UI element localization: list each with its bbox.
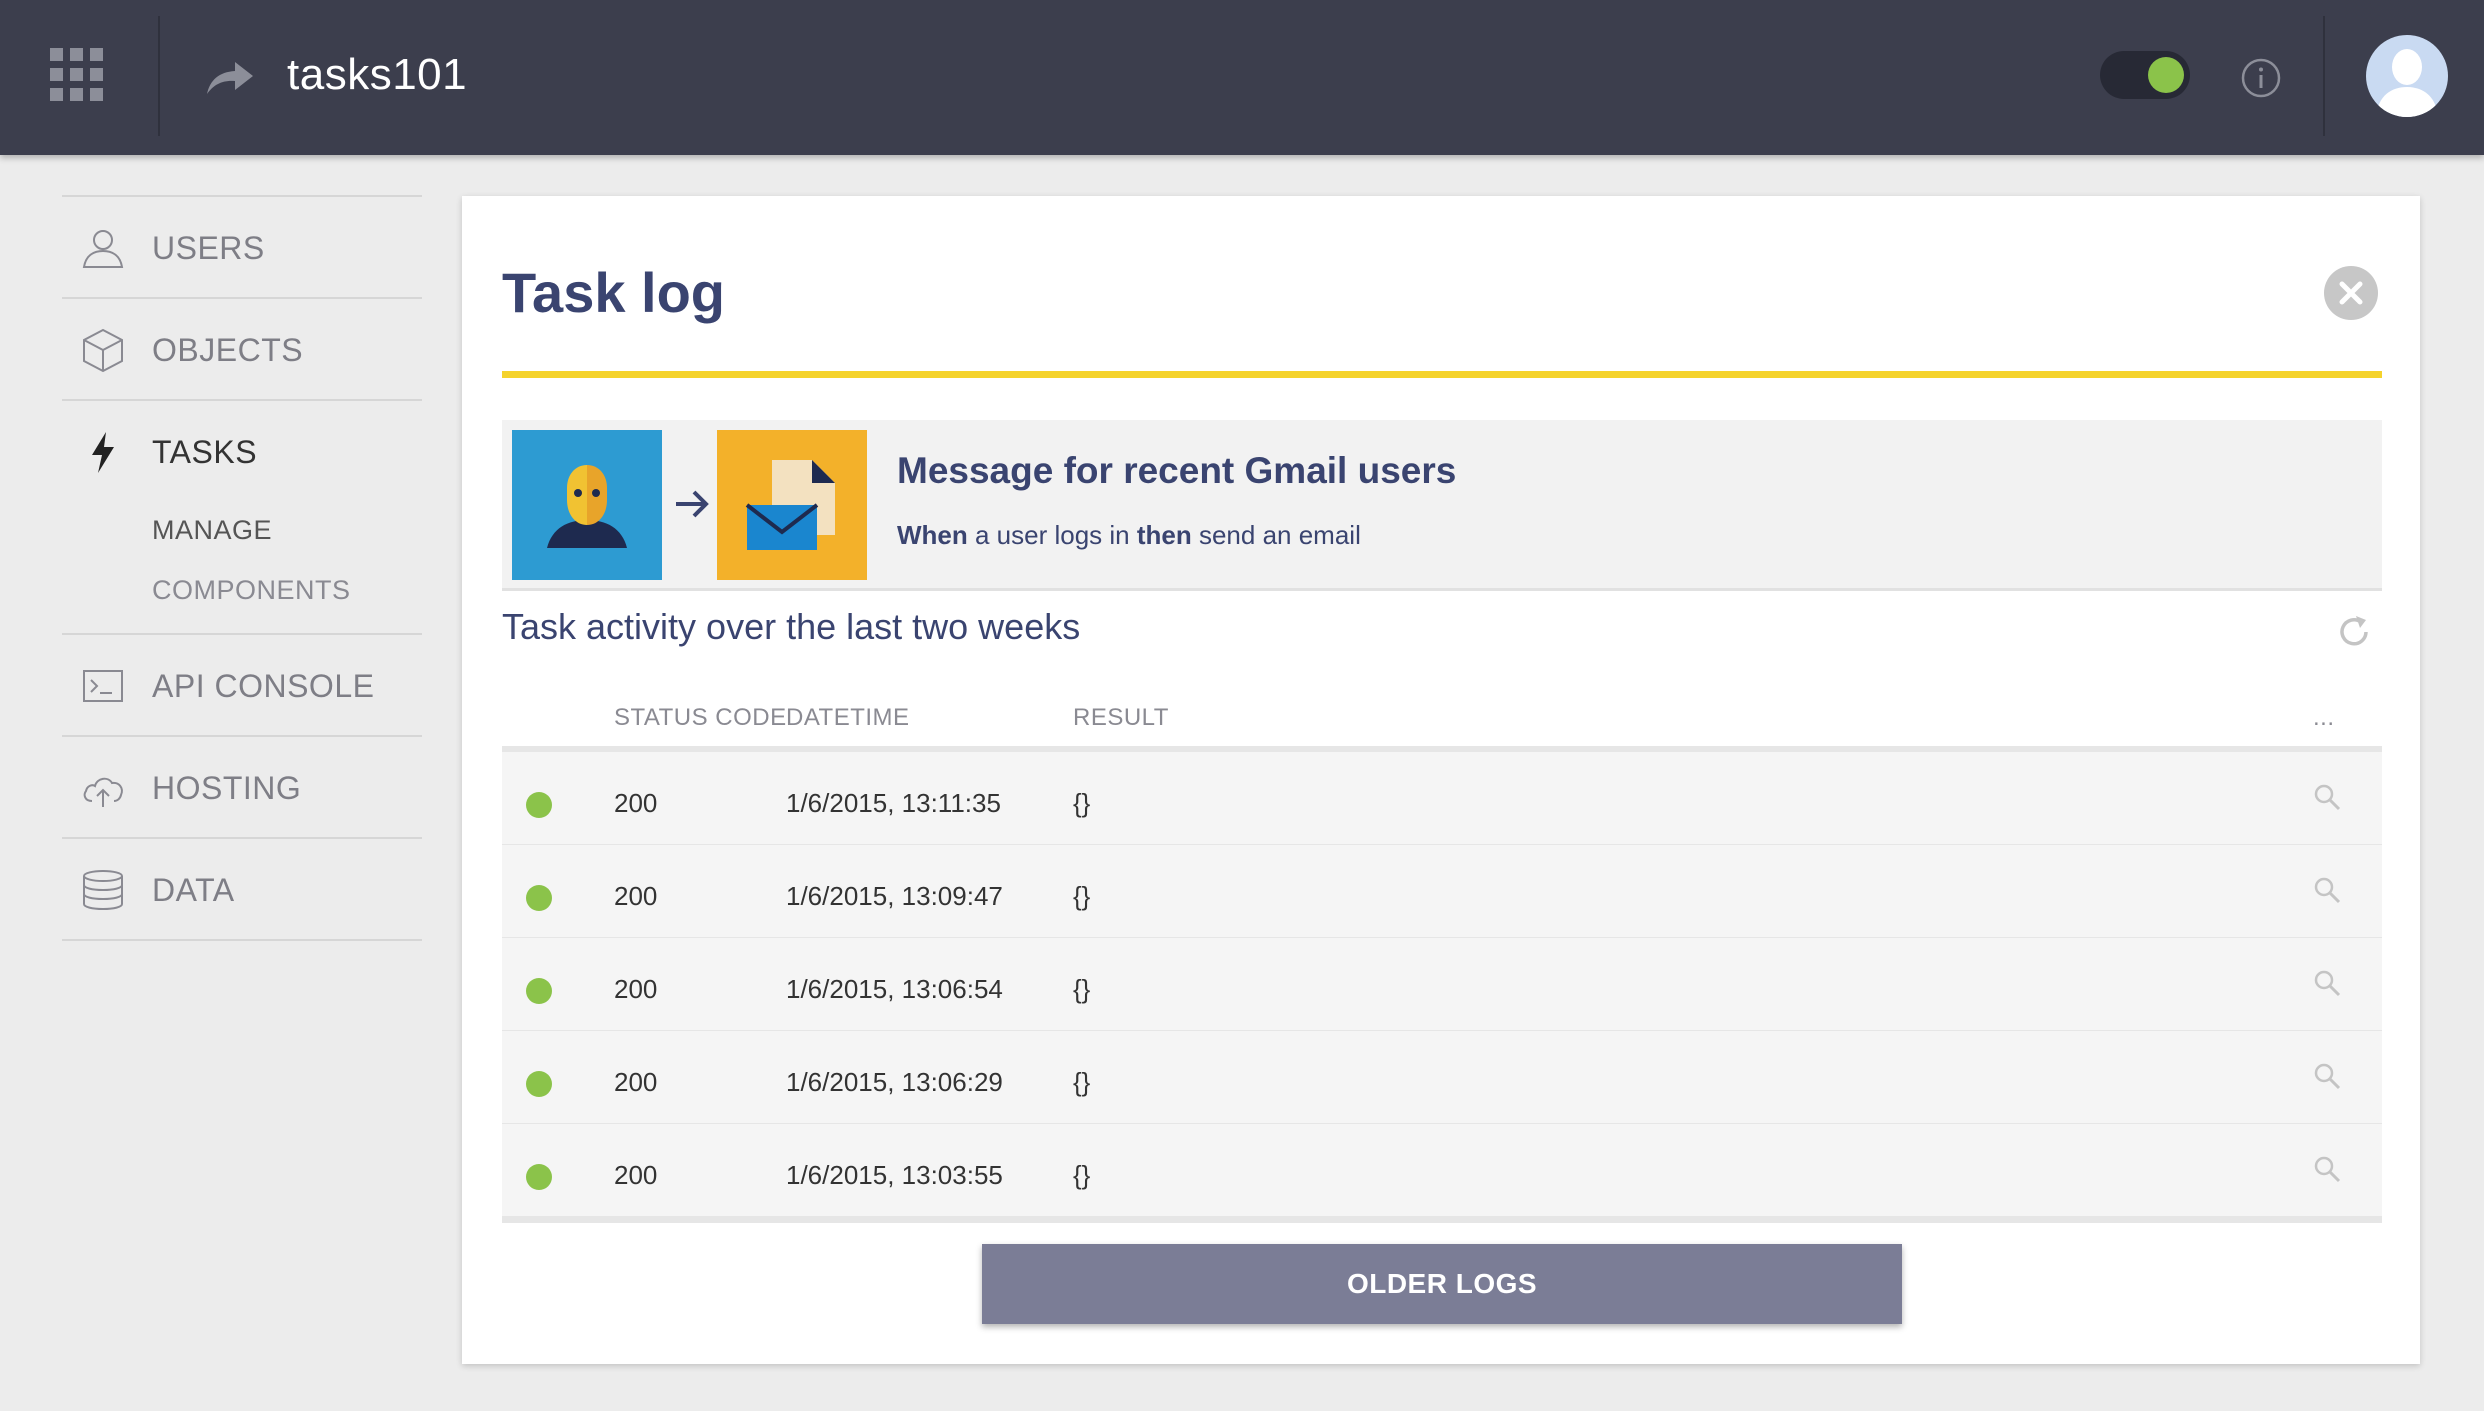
apps-grid-icon[interactable] (50, 48, 104, 102)
table-row: 200 1/6/2015, 13:09:47 {} (502, 845, 2382, 938)
close-icon (2339, 281, 2363, 305)
sidebar-item-api-console[interactable]: API CONSOLE (62, 635, 422, 735)
sidebar-subitem-components[interactable]: COMPONENTS (62, 561, 422, 633)
log-result: {} (1073, 1160, 1091, 1190)
lightning-icon (92, 432, 114, 473)
table-row: 200 1/6/2015, 13:11:35 {} (502, 752, 2382, 845)
database-icon (83, 870, 123, 911)
log-result: {} (1073, 788, 1091, 818)
user-icon (82, 230, 124, 268)
older-logs-button[interactable]: OLDER LOGS (982, 1244, 1902, 1324)
status-dot-icon (526, 1164, 552, 1190)
status-code: 200 (614, 1067, 658, 1097)
terminal-icon (83, 670, 123, 702)
sidebar-subitem-label: COMPONENTS (152, 575, 351, 605)
arrow-right-icon (676, 490, 709, 518)
table-footer-divider (502, 1217, 2382, 1223)
status-dot-icon (526, 1071, 552, 1097)
share-arrow-icon (207, 62, 253, 94)
sidebar-item-hosting[interactable]: HOSTING (62, 737, 422, 837)
sidebar-item-label: DATA (152, 872, 235, 908)
close-button[interactable] (2324, 266, 2378, 320)
status-code: 200 (614, 881, 658, 911)
log-datetime: 1/6/2015, 13:03:55 (786, 1160, 1003, 1190)
column-header-result: RESULT (1073, 704, 1169, 731)
status-code: 200 (614, 1160, 658, 1190)
info-icon[interactable] (2240, 57, 2282, 99)
page-title: Task log (502, 261, 726, 324)
activity-heading: Task activity over the last two weeks (502, 606, 1081, 647)
sidebar-subitem-label: MANAGE (152, 515, 273, 545)
task-summary: Message for recent Gmail users When a us… (502, 420, 2382, 591)
log-result: {} (1073, 974, 1091, 1004)
header-divider (2323, 16, 2325, 136)
log-result: {} (1073, 881, 1091, 911)
search-icon[interactable] (2312, 968, 2342, 998)
log-datetime: 1/6/2015, 13:06:29 (786, 1067, 1003, 1097)
refresh-icon[interactable] (2334, 612, 2374, 652)
cloud-upload-icon (83, 777, 123, 807)
sidebar-item-data[interactable]: DATA (62, 839, 422, 939)
column-header-more: ... (2313, 704, 2335, 731)
sidebar: USERS OBJECTS TASKS MANAGE COMPONENTS AP… (62, 195, 422, 941)
task-name: Message for recent Gmail users (897, 450, 1457, 491)
cube-icon (83, 328, 123, 373)
table-row: 200 1/6/2015, 13:03:55 {} (502, 1124, 2382, 1217)
status-code: 200 (614, 974, 658, 1004)
sidebar-subitem-manage[interactable]: MANAGE (62, 501, 422, 561)
search-icon[interactable] (2312, 1061, 2342, 1091)
sidebar-item-label: TASKS (152, 434, 258, 470)
task-log-card: Task log Message for recent Gmail users … (462, 196, 2420, 1364)
log-datetime: 1/6/2015, 13:06:54 (786, 974, 1003, 1004)
sidebar-item-label: OBJECTS (152, 332, 304, 368)
sidebar-item-label: USERS (152, 230, 265, 266)
search-icon[interactable] (2312, 875, 2342, 905)
status-code: 200 (614, 788, 658, 818)
table-row: 200 1/6/2015, 13:06:54 {} (502, 938, 2382, 1031)
search-icon[interactable] (2312, 1154, 2342, 1184)
task-description: When a user logs in then send an email (897, 520, 1361, 550)
column-header-datetime: DATETIME (786, 704, 910, 731)
header-divider (158, 16, 160, 136)
sidebar-item-users[interactable]: USERS (62, 197, 422, 297)
log-datetime: 1/6/2015, 13:11:35 (786, 788, 1001, 818)
column-header-status: STATUS CODE (614, 704, 787, 731)
log-result: {} (1073, 1067, 1091, 1097)
log-table: 200 1/6/2015, 13:11:35 {} 200 1/6/2015, … (502, 752, 2382, 1223)
sidebar-item-label: API CONSOLE (152, 668, 375, 704)
sidebar-item-tasks[interactable]: TASKS (62, 401, 422, 501)
toggle-knob (2148, 57, 2184, 93)
log-datetime: 1/6/2015, 13:09:47 (786, 881, 1003, 911)
status-toggle[interactable] (2100, 51, 2190, 99)
status-dot-icon (526, 792, 552, 818)
send-email-action-icon (717, 430, 867, 580)
accent-divider (502, 371, 2382, 378)
user-login-trigger-icon (512, 430, 662, 580)
sidebar-divider (62, 939, 422, 941)
table-header: STATUS CODE DATETIME RESULT ... (502, 696, 2382, 744)
table-row: 200 1/6/2015, 13:06:29 {} (502, 1031, 2382, 1124)
top-bar: tasks101 (0, 0, 2484, 155)
app-title: tasks101 (287, 50, 468, 99)
sidebar-item-objects[interactable]: OBJECTS (62, 299, 422, 399)
search-icon[interactable] (2312, 782, 2342, 812)
status-dot-icon (526, 978, 552, 1004)
status-dot-icon (526, 885, 552, 911)
sidebar-item-label: HOSTING (152, 770, 302, 806)
user-avatar-icon[interactable] (2366, 35, 2448, 117)
